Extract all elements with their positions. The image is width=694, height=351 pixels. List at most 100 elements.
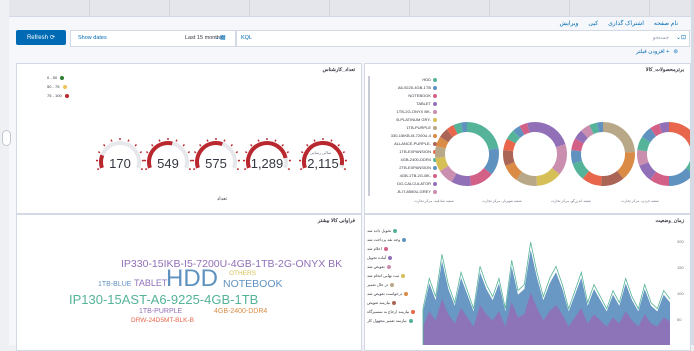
menu-item-title[interactable]: نام صفحه xyxy=(654,20,678,27)
donut-slice[interactable] xyxy=(444,168,454,177)
menu-item-share[interactable]: اشتراک گذاری xyxy=(608,20,644,27)
add-filter-link[interactable]: + افزودن فیلتر xyxy=(636,49,669,55)
donut-slice[interactable] xyxy=(467,127,494,149)
donut-slice[interactable] xyxy=(522,128,528,130)
dashboard-frame: نام صفحه اشتراک گذاری کپی ویرایش Refresh… xyxy=(9,0,692,345)
kql-toggle[interactable]: KQL xyxy=(241,35,252,41)
donut-slice[interactable] xyxy=(454,178,470,181)
menu-item-edit[interactable]: ویرایش xyxy=(560,20,579,27)
donut-slice[interactable] xyxy=(510,164,519,176)
donut-slice[interactable] xyxy=(669,171,690,181)
donut-slice[interactable] xyxy=(592,127,598,129)
donut-slice[interactable] xyxy=(601,175,620,181)
gauge-tick xyxy=(282,145,283,146)
donut-slice[interactable] xyxy=(644,164,653,176)
donut-caption: شعبه جردن- مرکز تجارت xyxy=(608,199,672,203)
gauge-value: 549 xyxy=(145,156,191,171)
gauge-tick xyxy=(183,145,184,146)
top-menu: نام صفحه اشتراک گذاری کپی ویرایش xyxy=(560,16,678,30)
donut-slice[interactable] xyxy=(661,127,669,128)
calendar-icon[interactable]: ⌄▦ xyxy=(215,34,226,41)
show-dates-link[interactable]: Show dates xyxy=(78,35,107,41)
donut-slice[interactable] xyxy=(669,127,690,144)
cloud-word[interactable]: NOTEBOOK xyxy=(223,279,283,290)
donut-slice[interactable] xyxy=(579,134,584,141)
cloud-word[interactable]: 4GB-2400-DDR4 xyxy=(214,308,267,315)
filter-settings-icon[interactable]: ⊚ xyxy=(673,49,678,55)
gauge-sublabel: سالی رسانی xyxy=(310,150,331,155)
search-placeholder: جستجو xyxy=(653,35,669,41)
donut-slice[interactable] xyxy=(646,132,653,139)
cloud-word[interactable]: 1TB-BLUE xyxy=(98,281,131,288)
gauge-tick xyxy=(128,140,129,142)
gauge-tick xyxy=(236,152,238,153)
collapse-handle[interactable] xyxy=(2,130,11,146)
donut-slice[interactable] xyxy=(586,175,602,181)
gauge-tick xyxy=(307,145,308,146)
y-tick: 200 xyxy=(677,239,684,244)
donut-slice[interactable] xyxy=(653,128,661,132)
gauge-tick xyxy=(251,145,252,146)
donut-slice[interactable] xyxy=(470,171,487,181)
donut-slice[interactable] xyxy=(441,140,444,148)
gauges-svg xyxy=(17,64,361,213)
gauge-tick xyxy=(343,152,345,153)
query-bar: Refresh⟳ Show dates Last 15 months ⌄▦ KQ… xyxy=(14,30,688,46)
donut-slice[interactable] xyxy=(519,176,537,181)
gauge-tick xyxy=(98,152,100,153)
donut-slice[interactable] xyxy=(535,127,561,146)
y-tick: 100 xyxy=(677,291,684,296)
menu-item-copy[interactable]: کپی xyxy=(588,20,598,27)
donut-slice[interactable] xyxy=(620,152,630,174)
gauge-tick xyxy=(176,140,177,142)
cloud-word[interactable]: DRW-24D5MT-BLK-B xyxy=(131,318,194,325)
donut-slice[interactable] xyxy=(653,176,669,181)
donut-slice[interactable] xyxy=(642,140,646,151)
donut-slice[interactable] xyxy=(576,151,577,163)
donut-slice[interactable] xyxy=(528,127,535,128)
browser-strip xyxy=(9,0,692,17)
wordcloud-panel: فراوانی کالا بیشتر IP330-15IKB-I5-7200U-… xyxy=(16,214,362,351)
gauge-tick xyxy=(135,145,136,146)
donut-slice[interactable] xyxy=(508,151,510,164)
donut-slice[interactable] xyxy=(511,134,516,141)
donut-slice[interactable] xyxy=(440,157,444,168)
donut-slice[interactable] xyxy=(508,141,511,151)
gauge-tick xyxy=(314,140,315,142)
donut-slice[interactable] xyxy=(444,133,450,139)
donut-slice[interactable] xyxy=(537,171,556,181)
refresh-label: Refresh xyxy=(27,35,48,41)
brands-panel: برترمحصولات_کالا HDDA6-9225-4GB-1TBNOTEB… xyxy=(364,63,691,214)
gauge-tick xyxy=(152,145,153,146)
cloud-word[interactable]: IP330-15IKB-I5-7200U-4GB-1TB-2G-ONYX BK xyxy=(121,259,342,270)
donut-slice[interactable] xyxy=(456,127,462,129)
donut-slice[interactable] xyxy=(585,130,592,135)
gauge-tick xyxy=(159,140,160,142)
cloud-word[interactable]: TABLET xyxy=(134,279,167,288)
filter-bar: ⊚ + افزودن فیلتر xyxy=(636,49,678,55)
date-picker[interactable]: Show dates Last 15 months ⌄▦ xyxy=(70,30,236,47)
gauge-tick xyxy=(111,140,112,142)
cloud-word[interactable]: HDD xyxy=(166,267,218,291)
donut-slice[interactable] xyxy=(576,141,579,151)
refresh-button[interactable]: Refresh⟳ xyxy=(16,30,66,45)
saved-query-icon[interactable]: ⌄⊡ xyxy=(676,34,686,41)
donut-slice[interactable] xyxy=(642,151,644,164)
donut-slice[interactable] xyxy=(603,127,630,152)
donut-slice[interactable] xyxy=(577,162,585,174)
donut-slice[interactable] xyxy=(450,130,456,134)
donut-slice[interactable] xyxy=(517,130,522,134)
status-panel: زمان_وضعیت تحویل داده شدوجه نقد پرداخت ش… xyxy=(364,214,691,351)
search-field[interactable]: KQL جستجو ⌄⊡ xyxy=(236,30,690,47)
donut-slice[interactable] xyxy=(488,149,494,171)
cloud-word[interactable]: 1TB-PURPLE xyxy=(139,308,182,315)
cloud-word[interactable]: IP130-15AST-A6-9225-4GB-1TB xyxy=(69,293,258,306)
donut-caption: شعبه صادقیه- مرکز تجارت xyxy=(402,199,466,203)
gauge-tick xyxy=(331,140,332,142)
donut-slice[interactable] xyxy=(556,146,562,172)
donut-slice[interactable] xyxy=(440,147,441,157)
gauge-value: 1,289 xyxy=(244,156,290,171)
gauge-tick xyxy=(258,140,259,142)
gauge-value: 2,115 xyxy=(300,156,346,171)
cloud-word[interactable]: OTHERS xyxy=(229,271,256,278)
